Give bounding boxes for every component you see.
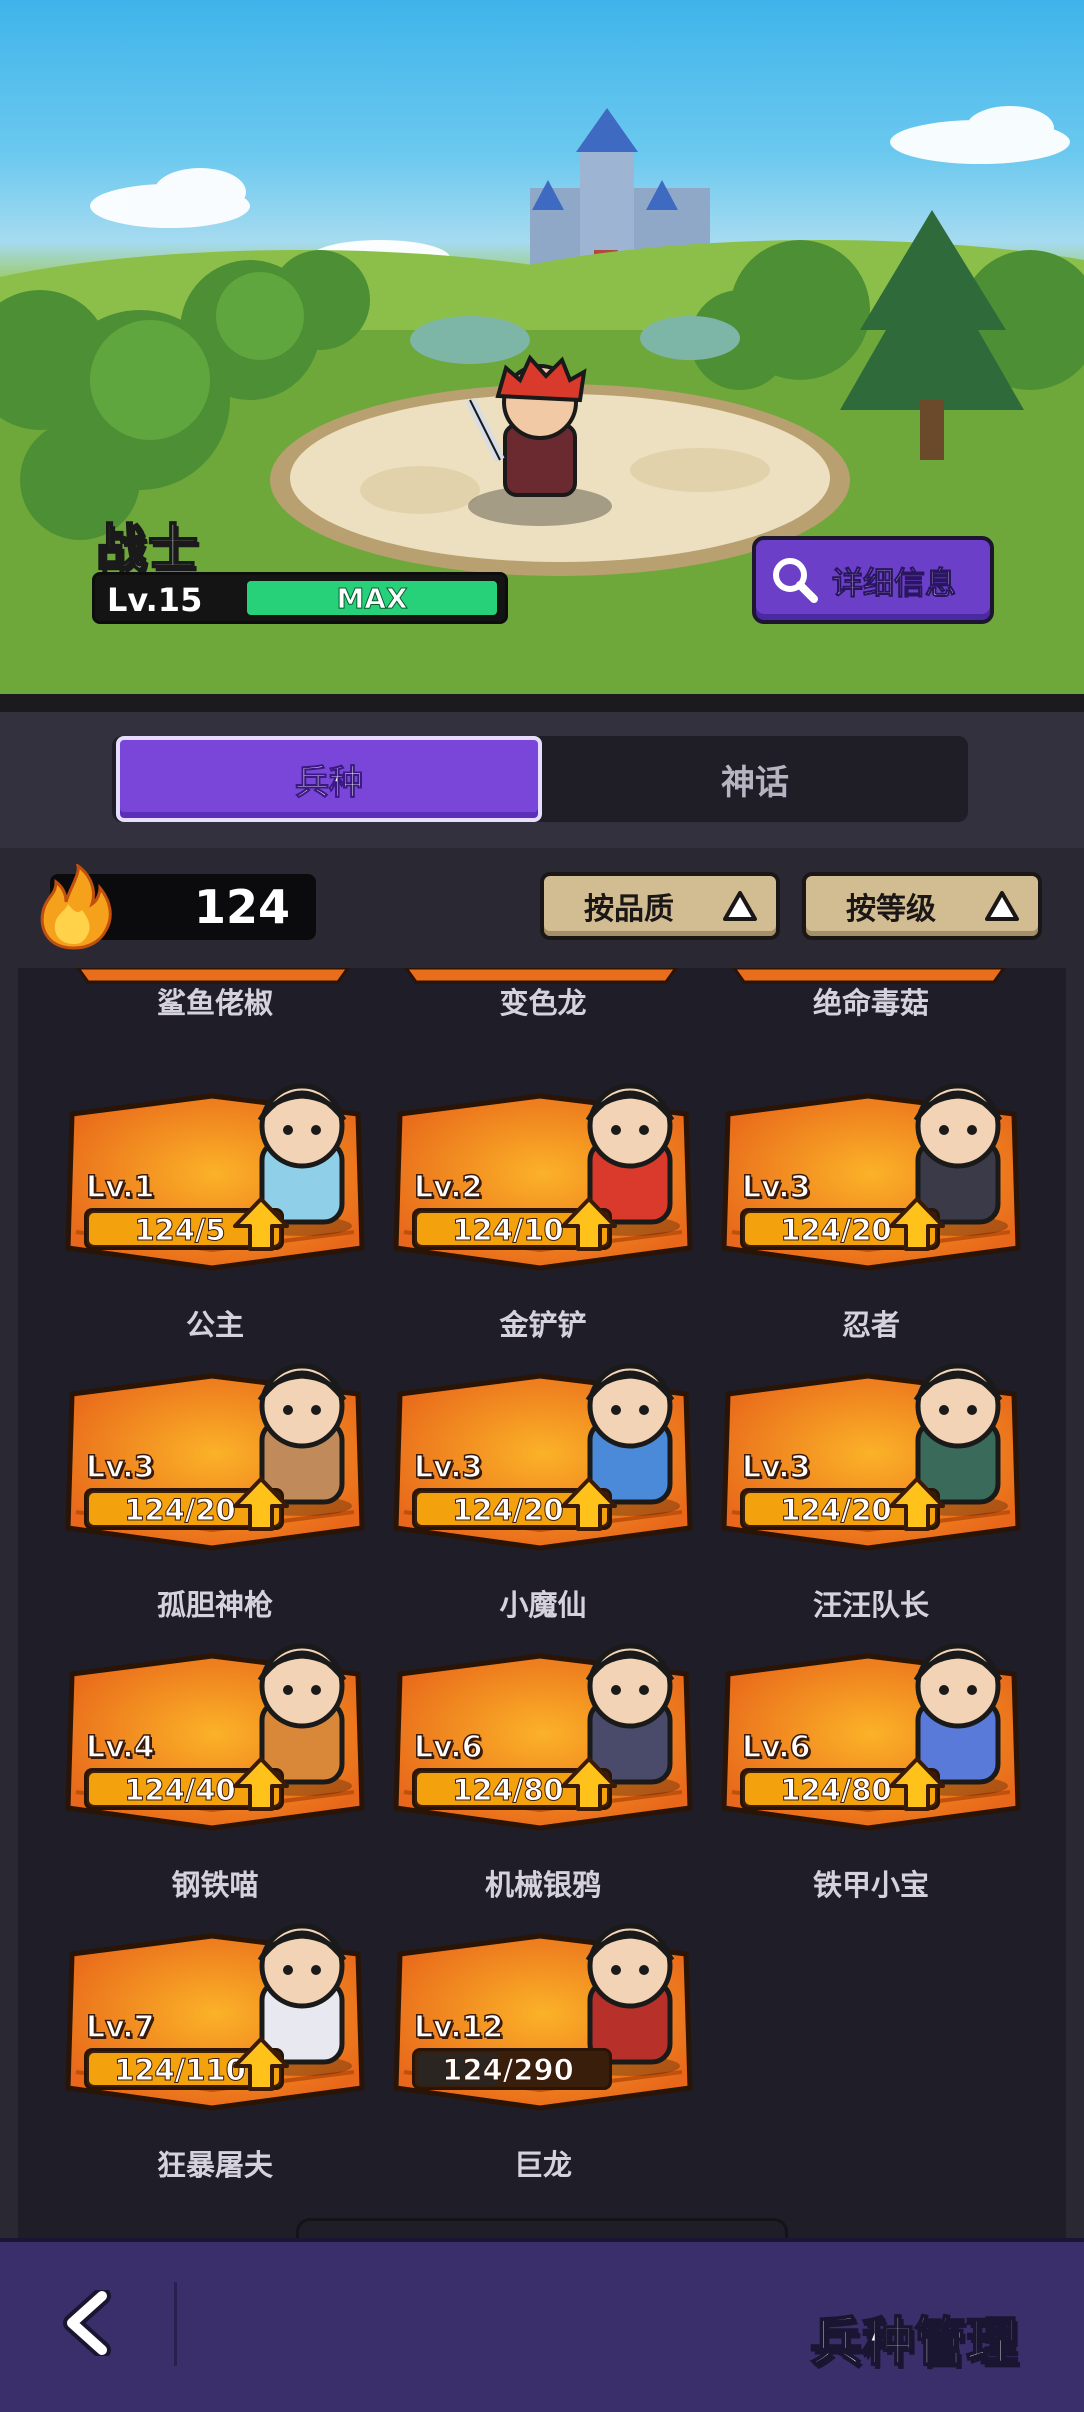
sort-by-quality-label: 按品质	[584, 892, 674, 927]
tab-units[interactable]: 兵种	[116, 736, 542, 822]
upgrade-arrow-icon[interactable]	[232, 2036, 290, 2092]
unit-level: Lv.3	[413, 1449, 483, 1486]
unit-card[interactable]: Lv.4 124/40 钢铁喵	[62, 1640, 368, 1902]
unit-progress-bar: 124/290	[412, 2048, 612, 2090]
sort-by-quality-button[interactable]: 按品质	[540, 872, 780, 940]
unit-name: 巨龙	[513, 2148, 572, 2182]
unit-card[interactable]: Lv.2 124/10 金铲铲	[390, 1080, 696, 1342]
unit-level: Lv.1	[85, 1169, 155, 1206]
unit-list[interactable]: 鲨鱼佬椒 变色龙 绝命毒菇 Lv.1 124/5 公主 Lv.2 124/10 …	[18, 968, 1066, 2238]
hero-level: Lv.15	[107, 581, 203, 619]
upgrade-arrow-icon[interactable]	[232, 1756, 290, 1812]
unit-card[interactable]: Lv.3 124/20 小魔仙	[390, 1360, 696, 1622]
unit-level: Lv.7	[85, 2009, 155, 2046]
upgrade-arrow-icon[interactable]	[560, 1756, 618, 1812]
fire-icon	[34, 862, 114, 950]
hero-level-fill: MAX	[247, 581, 497, 615]
hero-level-status: MAX	[336, 581, 408, 615]
unit-progress-text: 124/290	[442, 2053, 575, 2088]
hero-scene: 战士 Lv.15 MAX 详细信息	[0, 0, 1084, 712]
tab-myth[interactable]: 神话	[542, 736, 968, 822]
page-title: 兵种管理	[809, 2312, 1019, 2374]
unit-name: 铁甲小宝	[812, 1868, 929, 1902]
unit-card[interactable]: Lv.3 124/20 汪汪队长	[718, 1360, 1024, 1622]
upgrade-arrow-icon[interactable]	[888, 1756, 946, 1812]
upgrade-arrow-icon[interactable]	[888, 1476, 946, 1532]
unit-level: Lv.3	[741, 1449, 811, 1486]
unit-level: Lv.12	[413, 2009, 504, 2046]
unit-card[interactable]: Lv.7 124/110 狂暴屠夫	[62, 1920, 368, 2182]
upgrade-arrow-icon[interactable]	[888, 1196, 946, 1252]
detail-info-label: 详细信息	[832, 565, 957, 602]
upgrade-arrow-icon[interactable]	[232, 1196, 290, 1252]
fire-count: 124	[193, 880, 290, 934]
hero-name: 战士	[95, 518, 200, 578]
unit-card[interactable]: Lv.6 124/80 铁甲小宝	[718, 1640, 1024, 1902]
unit-level: Lv.3	[85, 1449, 155, 1486]
scroll-handle[interactable]	[296, 2218, 788, 2240]
unit-level: Lv.3	[741, 1169, 811, 1206]
unit-card[interactable]: Lv.3 124/20 孤胆神枪	[62, 1360, 368, 1622]
unit-card[interactable]: Lv.3 124/20 忍者	[718, 1080, 1024, 1342]
unit-level: Lv.4	[85, 1729, 155, 1766]
detail-info-button[interactable]: 详细信息	[752, 536, 994, 624]
divider	[174, 2282, 177, 2366]
sort-by-level-button[interactable]: 按等级	[802, 872, 1042, 940]
upgrade-arrow-icon[interactable]	[560, 1476, 618, 1532]
triangle-up-icon	[722, 890, 758, 922]
upgrade-arrow-icon[interactable]	[560, 1196, 618, 1252]
search-icon	[768, 553, 822, 607]
unit-name: 狂暴屠夫	[156, 2148, 273, 2182]
unit-level: Lv.6	[413, 1729, 483, 1766]
unit-level: Lv.2	[413, 1169, 483, 1206]
sort-by-level-label: 按等级	[846, 892, 936, 927]
upgrade-arrow-icon[interactable]	[232, 1476, 290, 1532]
unit-card[interactable]: Lv.1 124/5 公主	[62, 1080, 368, 1342]
triangle-up-icon	[984, 890, 1020, 922]
partial-card-edges	[76, 968, 1006, 984]
hero-level-bar: Lv.15 MAX	[92, 572, 508, 624]
unit-level: Lv.6	[741, 1729, 811, 1766]
chevron-left-icon[interactable]	[58, 2287, 118, 2359]
unit-card[interactable]: Lv.6 124/80 机械银鸦	[390, 1640, 696, 1902]
unit-card[interactable]: Lv.12 124/290 巨龙	[390, 1920, 696, 2182]
